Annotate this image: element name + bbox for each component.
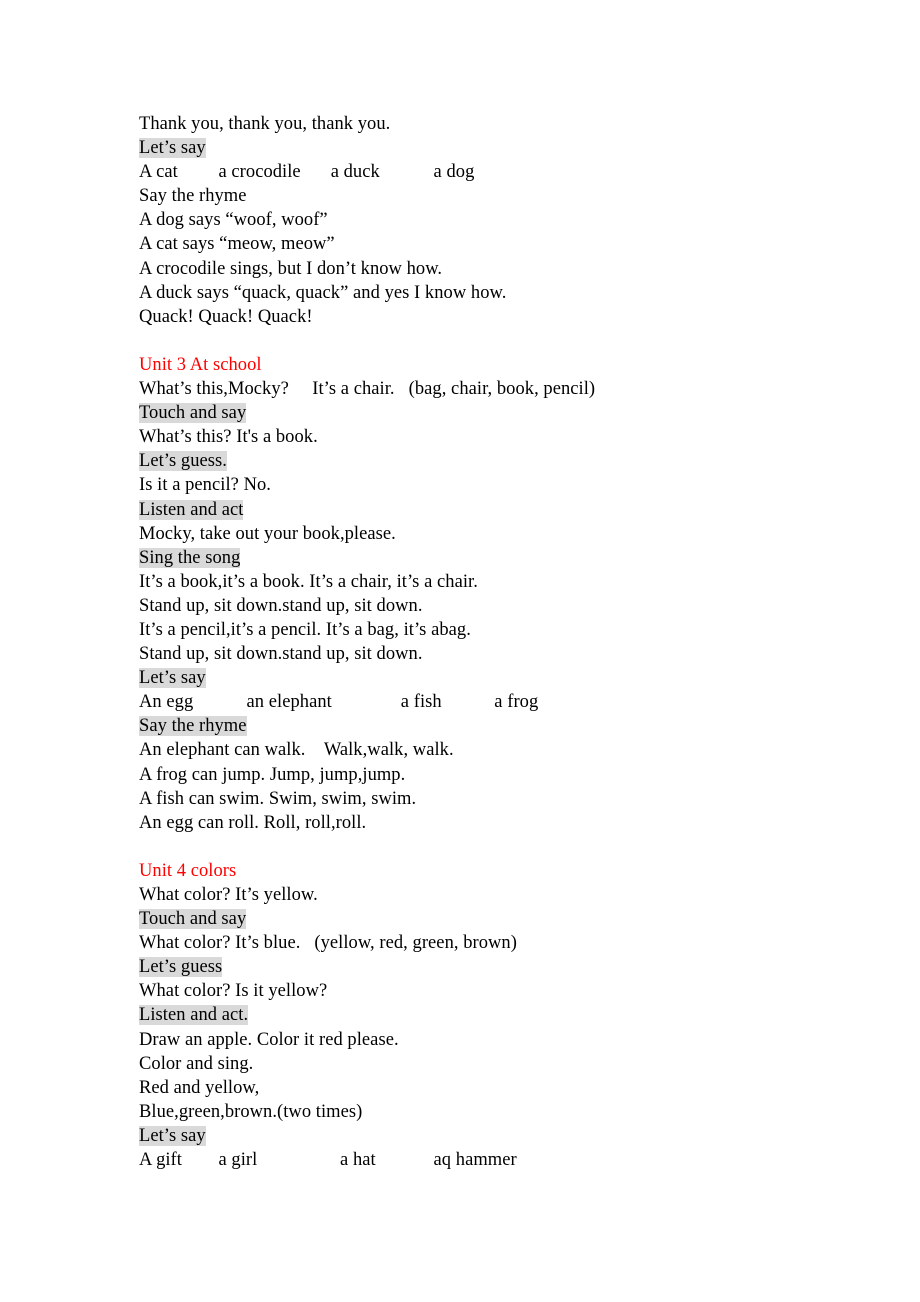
unit-heading-text: Unit 3 At school — [139, 354, 262, 375]
text-line: What’s this,Mocky? It’s a chair. (bag, c… — [139, 379, 596, 400]
text-line: Is it a pencil? No. — [139, 475, 271, 496]
activity-label: Let’s say — [139, 136, 860, 160]
document-page: Thank you, thank you, thank you. Let’s sa… — [0, 0, 920, 1302]
activity-label: Say the rhyme — [139, 714, 860, 738]
text-line: An elephant can walk. Walk,walk, walk. — [139, 740, 454, 761]
section-unit4: Unit 4 colors What color? It’s yellow. Tou… — [139, 859, 860, 1172]
activity-label: Let’s guess. — [139, 449, 860, 473]
activity-label: Let’s say — [139, 1124, 860, 1148]
text-line: Mocky, take out your book,please. — [139, 523, 396, 544]
text-line: Red and yellow, — [139, 1077, 260, 1098]
activity-label-text: Listen and act — [139, 499, 244, 520]
text-line: What color? It’s yellow. — [139, 885, 318, 905]
text-line: What color? It’s blue. (yellow, red, gre… — [139, 933, 517, 954]
section-unit2-tail: Thank you, thank you, thank you. Let’s sa… — [139, 112, 860, 329]
activity-label-text: Let’s say — [139, 1125, 206, 1146]
activity-label-text: Let’s say — [139, 668, 206, 689]
text-line: Color and sing. — [139, 1053, 254, 1074]
text-line: A cat says “meow, meow” — [139, 234, 335, 255]
section-unit3: Unit 3 At school What’s this,Mocky? It’s … — [139, 353, 860, 835]
activity-label: Touch and say — [139, 907, 860, 931]
activity-label: Let’s guess — [139, 955, 860, 979]
activity-label-text: Let’s say — [139, 138, 206, 159]
text-line: A gift a girl a hat aq hammer — [139, 1150, 517, 1171]
activity-label: Touch and say — [139, 401, 860, 425]
activity-label-text: Let’s guess — [139, 957, 223, 978]
activity-label: Sing the song — [139, 546, 860, 570]
activity-label: Listen and act. — [139, 1003, 860, 1027]
text-line: A duck says “quack, quack” and yes I kno… — [139, 282, 507, 303]
text-line: It’s a pencil,it’s a pencil. It’s a bag,… — [139, 619, 471, 640]
activity-label: Let’s say — [139, 666, 860, 690]
text-line: What color? Is it yellow? — [139, 981, 328, 1002]
activity-label-text: Say the rhyme — [139, 716, 247, 737]
text-line: A cat a crocodile a duck a dog — [139, 162, 475, 183]
activity-label-text: Let’s guess. — [139, 451, 227, 472]
text-line: A fish can swim. Swim, swim, swim. — [139, 788, 417, 809]
unit-heading-text: Unit 4 colors — [139, 860, 237, 881]
document-body: Thank you, thank you, thank you. Let’s sa… — [139, 112, 860, 1172]
text-line: An egg an elephant a fish a frog — [139, 692, 539, 713]
activity-label-text: Listen and act. — [139, 1005, 249, 1026]
activity-label-text: Touch and say — [139, 909, 247, 930]
activity-label: Listen and act — [139, 498, 860, 522]
text-line: Draw an apple. Color it red please. — [139, 1029, 399, 1050]
activity-label-text: Sing the song — [139, 547, 241, 568]
text-line: Thank you, thank you, thank you. — [139, 114, 391, 134]
text-line: Blue,green,brown.(two times) — [139, 1101, 363, 1122]
text-line: What’s this? It's a book. — [139, 427, 318, 448]
text-line: A crocodile sings, but I don’t know how. — [139, 258, 443, 279]
text-line: Stand up, sit down.stand up, sit down. — [139, 644, 423, 665]
text-line: An egg can roll. Roll, roll,roll. — [139, 812, 367, 833]
text-line: Stand up, sit down.stand up, sit down. — [139, 595, 423, 616]
unit-heading: Unit 4 colors — [139, 859, 860, 883]
text-line: Quack! Quack! Quack! — [139, 306, 313, 327]
text-line: A dog says “woof, woof” — [139, 210, 328, 231]
text-line: It’s a book,it’s a book. It’s a chair, i… — [139, 571, 478, 592]
activity-label-text: Touch and say — [139, 403, 247, 424]
unit-heading: Unit 3 At school — [139, 353, 860, 377]
text-line: A frog can jump. Jump, jump,jump. — [139, 764, 406, 785]
text-line: Say the rhyme — [139, 186, 247, 207]
